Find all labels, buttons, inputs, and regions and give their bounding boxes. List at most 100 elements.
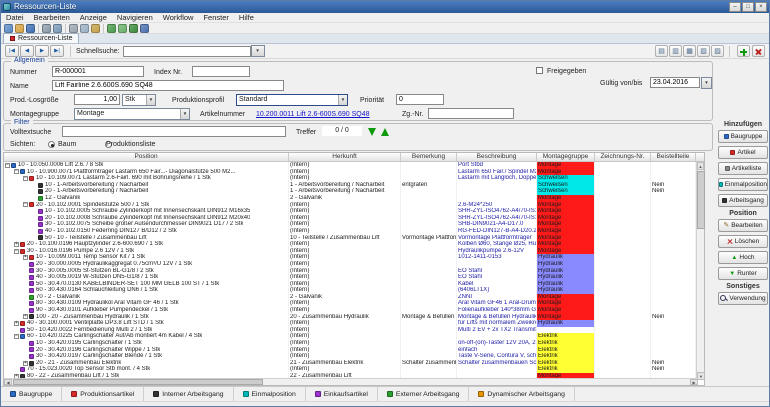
move-down-button[interactable]: ▼ Runter [718, 267, 768, 280]
table-row[interactable]: 70 - 2 - Galvanik2 - GalvanikZNNIMontage [4, 294, 698, 301]
table-row[interactable]: 12 - Galvanik2 - GalvanikMontage [4, 195, 698, 202]
table-row[interactable]: 20 - 30.420.0196 Carlingschalter Wippe /… [4, 347, 698, 354]
expand-icon[interactable]: + [14, 242, 19, 247]
table-row[interactable]: +100 - 20 - Zusammenbau Hydraulik / 1 St… [4, 314, 698, 321]
table-row[interactable]: 10 - 30.420.0195 Carlingschalter / 1 Stk… [4, 340, 698, 347]
export-icon[interactable]: ▥ [669, 45, 682, 57]
column-header-position[interactable]: Position [4, 153, 289, 161]
column-header-zeichnungs-nr-[interactable]: Zeichnungs-Nr. [595, 153, 651, 161]
table-row[interactable]: −10 - 10.109.0071 Lastarm 2.6-Fairl. 690… [4, 175, 698, 182]
expand-icon[interactable]: + [14, 321, 19, 326]
table-row[interactable]: 40 - 30.005.0019 W-Stutzen DN5-G1/8 / 1 … [4, 274, 698, 281]
column-header-herkunft[interactable]: Herkunft [289, 153, 401, 161]
prioritaet-field[interactable] [396, 94, 444, 105]
delete-record-button[interactable] [752, 45, 765, 57]
undo-icon[interactable] [107, 24, 116, 33]
legend-item-dynamisch[interactable]: Dynamischer Arbeitsgang [469, 387, 574, 402]
table-row[interactable]: 50 - 10 - Teilstelle / Zusammenbau Lift1… [4, 235, 698, 242]
attachment-icon[interactable]: ▦ [683, 45, 696, 57]
report-icon[interactable]: ▧ [697, 45, 710, 57]
legend-item-einkauf[interactable]: Einkaufsartikel [306, 387, 378, 402]
table-row[interactable]: +10 - 10.099.0011 Temp Sensor Kit / 1 St… [4, 254, 698, 261]
table-row[interactable]: 50 - 10.420.0022 Fernbedienung Multi 2 /… [4, 327, 698, 334]
close-button[interactable]: × [755, 2, 767, 12]
gueltig-von-bis-field[interactable] [650, 77, 700, 88]
paste-icon[interactable] [91, 24, 100, 33]
table-row[interactable]: −10 - 10.900.0071 Plattformträger Lastar… [4, 169, 698, 176]
maximize-button[interactable]: □ [742, 2, 754, 12]
table-row[interactable]: 30 - 30.005.0005 St-Stutzen BL-G1/8 / 2 … [4, 268, 698, 275]
table-row[interactable]: 80 - 30.430.0109 Hydrauliköl Aral Vitam … [4, 300, 698, 307]
scroll-right-icon[interactable]: ▶ [690, 379, 698, 385]
add-artikelliste-button[interactable]: Artikelliste [718, 162, 768, 175]
expand-icon[interactable]: + [23, 361, 28, 366]
freigegeben-checkbox[interactable] [536, 67, 543, 74]
legend-item-extern[interactable]: Externer Arbeitsgang [378, 387, 469, 402]
cut-icon[interactable] [69, 24, 78, 33]
redo-icon[interactable] [118, 24, 127, 33]
table-row[interactable]: 20 - 30.000.0005 Hydraulikaggregat 0.75c… [4, 261, 698, 268]
legend-item-einmal[interactable]: Einmalposition [234, 387, 306, 402]
collapse-icon[interactable]: − [14, 249, 19, 254]
copy-icon[interactable] [80, 24, 89, 33]
move-up-button[interactable]: ▲ Hoch [718, 251, 768, 264]
nummer-field[interactable] [52, 66, 144, 77]
table-row[interactable]: 50 - 30.470.0130 KABELBINDER-SET 100 MM … [4, 281, 698, 288]
quick-search-dropdown[interactable]: ▼ [251, 45, 265, 57]
save-icon[interactable] [26, 24, 35, 33]
menu-item-navigieren[interactable]: Navigieren [112, 13, 158, 23]
add-record-button[interactable] [737, 45, 750, 57]
collapse-icon[interactable]: − [14, 334, 19, 339]
collapse-icon[interactable]: − [14, 169, 19, 174]
table-row[interactable]: 10 - 1-Arbeitsvorbereitung / Nacharbeit1… [4, 182, 698, 189]
menu-item-datei[interactable]: Datei [1, 13, 29, 23]
preview-icon[interactable] [53, 24, 62, 33]
scroll-up-icon[interactable]: ▲ [697, 162, 704, 170]
legend-item-intern[interactable]: Interner Arbeitsgang [144, 387, 233, 402]
collapse-icon[interactable]: − [23, 176, 28, 181]
zgnr-field[interactable] [428, 108, 514, 119]
volltextsuche-input[interactable] [62, 126, 286, 137]
previous-match-icon[interactable] [381, 128, 389, 136]
table-row[interactable]: 30 - 30.420.0197 Carlingschalter Blende … [4, 353, 698, 360]
gueltig-picker-button[interactable]: ▼ [701, 77, 712, 89]
menu-item-workflow[interactable]: Workflow [158, 13, 199, 23]
column-header-beschreibung[interactable]: Beschreibung [457, 153, 537, 161]
table-row[interactable]: 90 - 30.430.0101 Aufkleber Pumpendeckel … [4, 307, 698, 314]
menu-item-bearbeiten[interactable]: Bearbeiten [29, 13, 75, 23]
add-einmalposition-button[interactable]: Einmalposition [718, 178, 768, 191]
help-icon[interactable] [140, 24, 149, 33]
last-record-button[interactable]: ▶| [50, 45, 64, 57]
add-baugruppe-button[interactable]: Baugruppe [718, 130, 768, 143]
open-icon[interactable] [15, 24, 24, 33]
next-match-icon[interactable] [368, 128, 376, 136]
losgroesse-field[interactable] [74, 94, 120, 105]
menu-item-hilfe[interactable]: Hilfe [234, 13, 259, 23]
menu-item-fenster[interactable]: Fenster [198, 13, 233, 23]
print-icon[interactable] [42, 24, 51, 33]
table-row[interactable]: −10 - 10.050.0006 Lift 2.6. / 8 Stk(Inte… [4, 162, 698, 169]
scroll-left-icon[interactable]: ◀ [4, 379, 12, 385]
add-artikel-button[interactable]: Artikel [718, 146, 768, 159]
scroll-down-icon[interactable]: ▼ [697, 372, 705, 380]
table-row[interactable]: +20 - 10.100.0196 Hauptzylinder 2.6-600.… [4, 241, 698, 248]
expand-icon[interactable]: + [23, 255, 28, 260]
table-row[interactable]: −60 - 10.420.0225 Carlingschalter Auf/Ab… [4, 333, 698, 340]
vertical-scrollbar[interactable]: ▲ ▼ [696, 162, 704, 380]
table-row[interactable]: +40 - 30.100.0001 Ventilplatte DP3.8 Lif… [4, 320, 698, 327]
scrollbar-thumb[interactable] [697, 171, 705, 229]
column-header-beistellteile[interactable]: Beistellteile [651, 153, 696, 161]
table-row[interactable]: −30 - 10.016.0196 Pumpe 2.6 12V / 1 Stk(… [4, 248, 698, 255]
legend-item-baugruppe[interactable]: Baugruppe [1, 387, 62, 402]
settings-icon[interactable]: ▨ [711, 45, 724, 57]
montagegruppe-select[interactable]: Montage ▼ [74, 108, 190, 120]
table-row[interactable]: 60 - 30.430.0164 Schlauchleitung DN6 / 1… [4, 287, 698, 294]
minimize-button[interactable]: – [729, 2, 741, 12]
horizontal-scrollbar[interactable]: ◀ ▶ [4, 378, 698, 385]
add-arbeitsgang-button[interactable]: Arbeitsgang [718, 194, 768, 207]
table-row[interactable]: 20 - 10.102.0008 Schraube Zylinderkopf m… [4, 215, 698, 222]
table-row[interactable]: 20 - 1-Arbeitsvorbereitung / Nacharbeit1… [4, 188, 698, 195]
column-header-montagegruppe[interactable]: Montagegruppe [537, 153, 595, 161]
radio-baum[interactable] [48, 141, 55, 148]
verwendung-button[interactable]: Verwendung [718, 292, 768, 305]
